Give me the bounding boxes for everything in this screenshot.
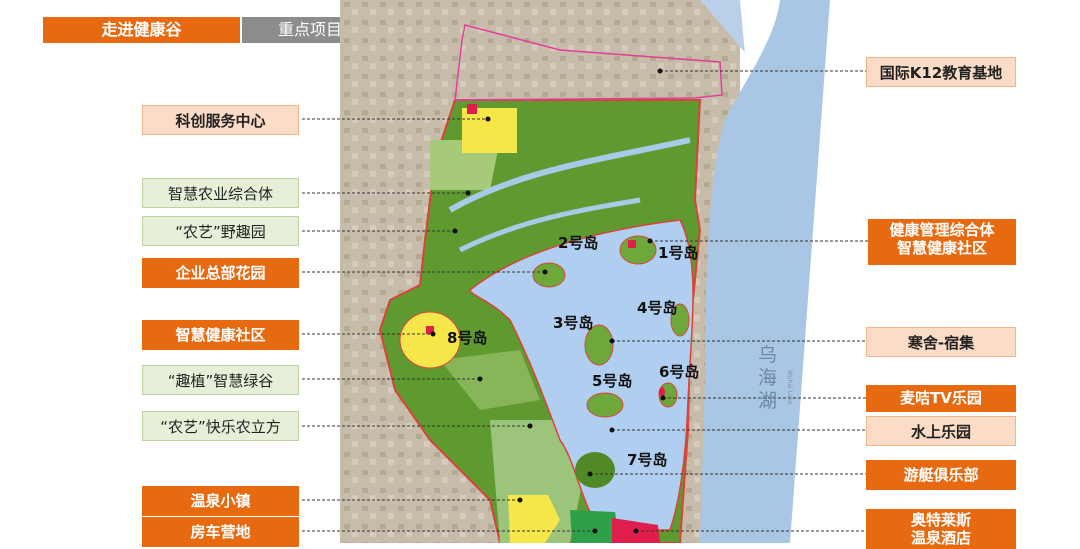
island-5 bbox=[586, 392, 624, 418]
island-7-label: 7号岛 bbox=[627, 451, 667, 469]
island-8-label: 8号岛 bbox=[447, 329, 487, 347]
label-health-complex-line1: 健康管理综合体 bbox=[889, 221, 995, 239]
label-smart-agri-complex[interactable]: 智慧农业综合体 bbox=[142, 178, 299, 208]
label-hanshe-inn[interactable]: 寒舍-宿集 bbox=[866, 327, 1016, 357]
label-outlet-hotel-line2: 温泉酒店 bbox=[910, 529, 971, 547]
island-2-label: 2号岛 bbox=[558, 234, 598, 252]
label-green-valley[interactable]: “趣植”智慧绿谷 bbox=[142, 365, 299, 395]
island-6-label: 6号岛 bbox=[659, 363, 699, 381]
label-happy-farm-cube[interactable]: “农艺”快乐农立方 bbox=[142, 411, 299, 441]
island-4-label: 4号岛 bbox=[637, 299, 677, 317]
label-outlet-hotel[interactable]: 奥特莱斯 温泉酒店 bbox=[866, 509, 1016, 549]
island-3-label: 3号岛 bbox=[553, 314, 593, 332]
label-health-complex[interactable]: 健康管理综合体 智慧健康社区 bbox=[868, 219, 1016, 265]
tech-center-block bbox=[462, 108, 517, 153]
island-5-label: 5号岛 bbox=[592, 372, 632, 390]
label-water-park[interactable]: 水上乐园 bbox=[866, 416, 1016, 446]
island-2 bbox=[532, 262, 566, 288]
label-hq-garden[interactable]: 企业总部花园 bbox=[142, 258, 299, 288]
lake-name-char-3: 湖 bbox=[758, 390, 777, 412]
label-smart-health-community[interactable]: 智慧健康社区 bbox=[142, 320, 299, 350]
label-health-complex-line2: 智慧健康社区 bbox=[896, 239, 987, 257]
island-7 bbox=[575, 452, 615, 488]
lake-name-char-2: 海 bbox=[758, 367, 777, 389]
label-yacht-club[interactable]: 游艇俱乐部 bbox=[866, 460, 1016, 490]
label-k12-base[interactable]: 国际K12教育基地 bbox=[866, 57, 1016, 87]
maigu-core bbox=[659, 387, 665, 397]
label-maigu-tv-park[interactable]: 麦咭TV乐园 bbox=[866, 385, 1016, 412]
label-hot-spring-town[interactable]: 温泉小镇 bbox=[142, 486, 299, 516]
island-1-label: 1号岛 bbox=[658, 244, 698, 262]
label-tech-service-center[interactable]: 科创服务中心 bbox=[142, 105, 299, 135]
lake-name-en: Wuhai Lake bbox=[786, 370, 793, 405]
label-outlet-hotel-line1: 奥特莱斯 bbox=[910, 511, 971, 529]
health-complex-core bbox=[628, 240, 636, 248]
lake-name-char-1: 乌 bbox=[758, 344, 777, 366]
tech-center-core bbox=[467, 104, 477, 114]
label-wild-garden[interactable]: “农艺”野趣园 bbox=[142, 216, 299, 246]
